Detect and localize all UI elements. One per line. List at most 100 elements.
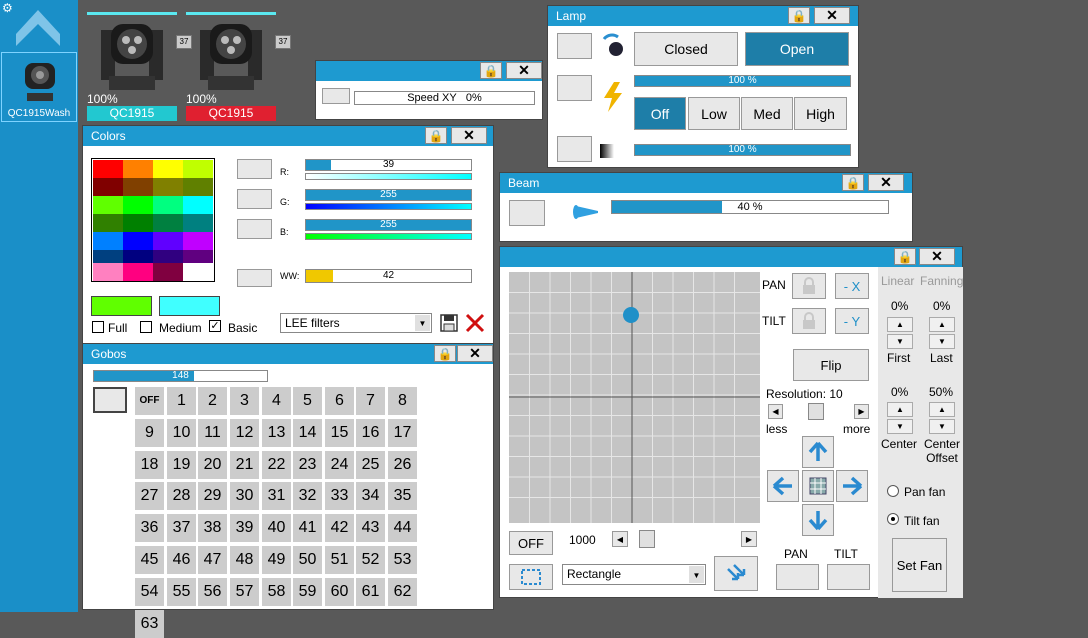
off-button[interactable]: OFF xyxy=(509,531,553,555)
pan-lock-button[interactable] xyxy=(792,273,826,299)
dimmer-button[interactable] xyxy=(557,136,592,162)
move-right-button[interactable] xyxy=(836,470,868,502)
speed-slider[interactable] xyxy=(639,530,655,548)
center-button[interactable] xyxy=(802,470,834,502)
gobo-tile[interactable]: 24 xyxy=(325,450,354,479)
move-down-button[interactable] xyxy=(802,504,834,536)
gobo-tile[interactable]: 28 xyxy=(167,482,196,511)
full-checkbox[interactable] xyxy=(92,321,104,333)
chevron-down-icon[interactable]: ▼ xyxy=(689,566,704,583)
speed-toggle-button[interactable] xyxy=(322,88,350,104)
gobo-tile[interactable]: 19 xyxy=(167,450,196,479)
gobo-tile[interactable]: 52 xyxy=(356,546,385,574)
last-up-button[interactable]: ▲ xyxy=(929,317,955,332)
delete-icon[interactable] xyxy=(464,312,486,334)
gobo-tile[interactable]: 7 xyxy=(356,387,385,415)
first-down-button[interactable]: ▼ xyxy=(887,334,913,349)
white-button[interactable] xyxy=(237,269,272,287)
position-marker[interactable] xyxy=(623,307,639,323)
close-button[interactable]: ✕ xyxy=(506,62,542,79)
center-up-button[interactable]: ▲ xyxy=(887,402,913,417)
gobo-tile[interactable]: 21 xyxy=(230,450,259,479)
gobo-tile[interactable]: 5 xyxy=(293,387,322,415)
lock-icon[interactable]: 🔒 xyxy=(434,345,456,362)
speed-slider[interactable]: Speed XY 0% xyxy=(354,91,535,105)
gobo-tile[interactable]: 55 xyxy=(167,577,196,606)
gobo-tile[interactable]: 44 xyxy=(388,514,417,543)
open-button[interactable]: Open xyxy=(745,32,849,66)
gobo-tile[interactable]: 27 xyxy=(135,482,164,511)
move-up-button[interactable] xyxy=(802,436,834,468)
gobo-tile[interactable]: 51 xyxy=(325,546,354,574)
gobo-tile[interactable]: 18 xyxy=(135,450,164,479)
tilt-button[interactable] xyxy=(827,564,870,590)
chevron-down-icon[interactable]: ▼ xyxy=(415,315,430,331)
gobo-tile[interactable]: 63 xyxy=(135,609,164,638)
gobo-tile[interactable]: 60 xyxy=(325,577,354,606)
flip-button[interactable]: Flip xyxy=(793,349,869,381)
speed-up-button[interactable]: ▶ xyxy=(741,531,757,547)
gobo-tile[interactable]: 30 xyxy=(230,482,259,511)
gobo-tile[interactable]: 15 xyxy=(325,418,354,447)
gobo-tile[interactable]: 62 xyxy=(388,577,417,606)
gobo-slider[interactable]: 148 xyxy=(93,370,268,382)
gobo-tile[interactable]: 33 xyxy=(325,482,354,511)
fixture-thumbnail-2[interactable]: 37 100% QC1915 xyxy=(186,12,291,122)
gobo-tile[interactable]: 45 xyxy=(135,546,164,574)
filter-select[interactable]: LEE filters ▼ xyxy=(280,313,432,333)
med-button[interactable]: Med xyxy=(741,97,793,130)
gobo-tile[interactable]: 3 xyxy=(230,387,259,415)
gobo-tile[interactable]: 1 xyxy=(167,387,196,415)
close-button[interactable]: ✕ xyxy=(451,127,487,144)
gobo-tile[interactable]: 26 xyxy=(388,450,417,479)
offset-up-button[interactable]: ▲ xyxy=(929,402,955,417)
gobo-tile[interactable]: 9 xyxy=(135,418,164,447)
medium-checkbox[interactable] xyxy=(140,321,152,333)
gobo-tile[interactable]: 41 xyxy=(293,514,322,543)
gobo-tile[interactable]: 49 xyxy=(262,546,291,574)
save-icon[interactable] xyxy=(439,313,459,333)
off-button[interactable]: Off xyxy=(634,97,686,130)
gobo-tile[interactable]: 25 xyxy=(356,450,385,479)
gobo-tile[interactable]: 47 xyxy=(198,546,227,574)
blue-button[interactable] xyxy=(237,219,272,239)
green-button[interactable] xyxy=(237,189,272,209)
reset-button[interactable] xyxy=(557,75,592,101)
gobo-tile[interactable]: 31 xyxy=(262,482,291,511)
red-slider[interactable]: 39 xyxy=(305,159,472,171)
center-down-button[interactable]: ▼ xyxy=(887,419,913,434)
negate-y-button[interactable]: - Y xyxy=(835,308,869,334)
lock-icon[interactable]: 🔒 xyxy=(842,174,864,191)
gobo-tile[interactable]: 6 xyxy=(325,387,354,415)
gobo-tile[interactable]: 8 xyxy=(388,387,417,415)
gobo-tile[interactable]: 16 xyxy=(356,418,385,447)
resolution-less-button[interactable]: ◀ xyxy=(768,404,783,419)
basic-checkbox[interactable]: ✓ xyxy=(209,320,221,332)
negate-x-button[interactable]: - X xyxy=(835,273,869,299)
shape-select[interactable]: Rectangle ▼ xyxy=(562,564,706,585)
pan-button[interactable] xyxy=(776,564,819,590)
gobo-tile[interactable]: 23 xyxy=(293,450,322,479)
gobo-tile[interactable]: 43 xyxy=(356,514,385,543)
gobo-tile[interactable]: 53 xyxy=(388,546,417,574)
gobo-tile[interactable]: 17 xyxy=(388,418,417,447)
gobo-tile[interactable]: 38 xyxy=(198,514,227,543)
blue-slider[interactable]: 255 xyxy=(305,219,472,231)
lock-icon[interactable]: 🔒 xyxy=(894,248,916,265)
apply-shape-button[interactable] xyxy=(714,556,758,591)
gobo-off[interactable]: OFF xyxy=(135,387,164,415)
first-up-button[interactable]: ▲ xyxy=(887,317,913,332)
close-button[interactable]: ✕ xyxy=(919,248,955,265)
gear-icon[interactable]: ⚙ xyxy=(2,2,14,14)
gobo-tile[interactable]: 34 xyxy=(356,482,385,511)
resolution-more-button[interactable]: ▶ xyxy=(854,404,869,419)
gobo-tile[interactable]: 54 xyxy=(135,577,164,606)
color-palette[interactable] xyxy=(91,158,215,282)
gobo-tile[interactable]: 50 xyxy=(293,546,322,574)
close-button[interactable]: ✕ xyxy=(457,345,493,362)
move-left-button[interactable] xyxy=(767,470,799,502)
resolution-slider[interactable] xyxy=(808,403,824,420)
gobo-tile[interactable]: 10 xyxy=(167,418,196,447)
gobo-tile[interactable]: 58 xyxy=(262,577,291,606)
gobo-tile[interactable]: 40 xyxy=(262,514,291,543)
